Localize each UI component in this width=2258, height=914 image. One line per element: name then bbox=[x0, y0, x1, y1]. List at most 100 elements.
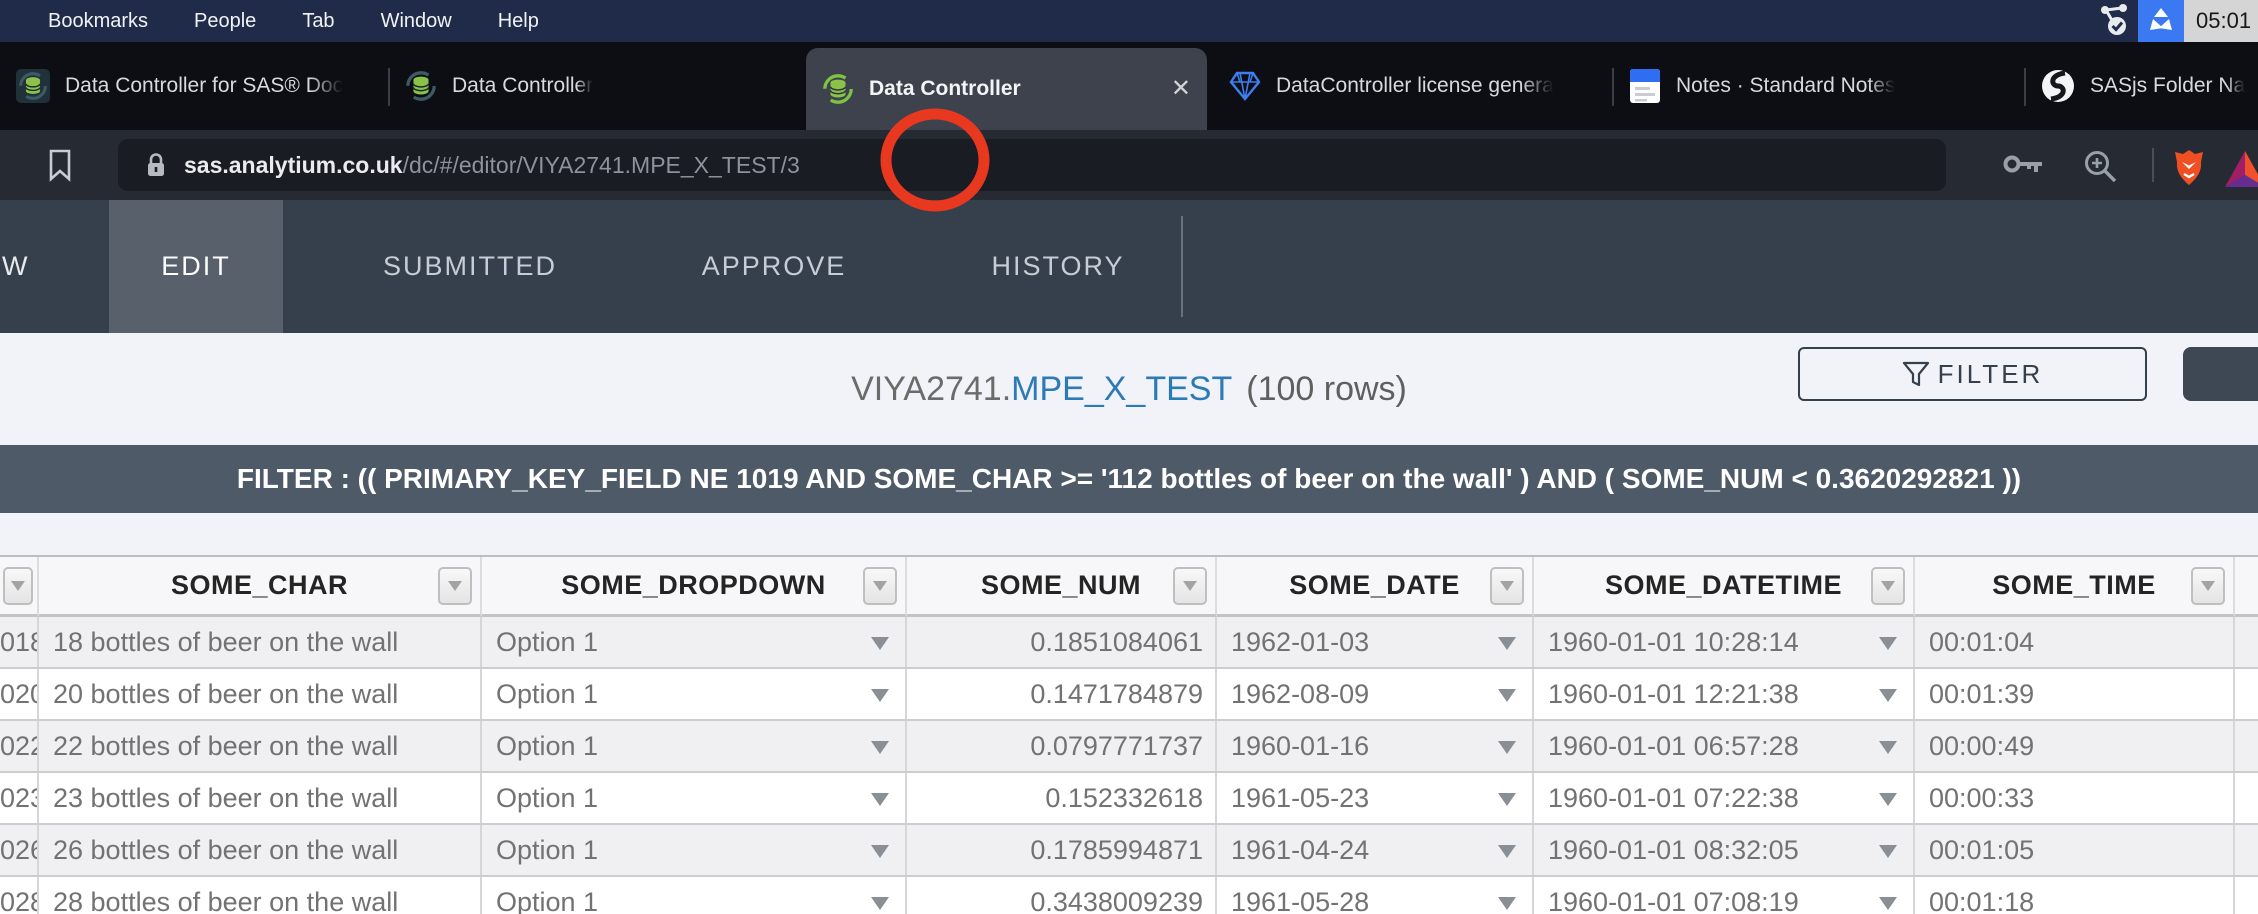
brave-icon[interactable] bbox=[2170, 148, 2208, 188]
dropdown-arrow-icon[interactable] bbox=[1879, 741, 1897, 754]
dropdown-arrow-icon[interactable] bbox=[1879, 637, 1897, 650]
some-dropdown-cell[interactable]: Option 1 bbox=[482, 773, 907, 823]
column-header-some-char[interactable]: SOME_CHAR bbox=[39, 557, 482, 617]
column-filter-button[interactable] bbox=[2191, 567, 2225, 605]
bookmark-icon[interactable] bbox=[46, 148, 74, 182]
some-time-cell[interactable]: 00:01:18 bbox=[1915, 877, 2235, 914]
some-time-cell[interactable]: 00:00:49 bbox=[1915, 721, 2235, 771]
filter-button[interactable]: FILTER bbox=[1798, 347, 2147, 401]
edge-action-button[interactable] bbox=[2183, 347, 2258, 401]
table-name-link[interactable]: MPE_X_TEST bbox=[1011, 370, 1232, 408]
column-header-some-dropdown[interactable]: SOME_DROPDOWN bbox=[482, 557, 907, 617]
some-num-cell[interactable]: 0.1851084061 bbox=[907, 617, 1217, 667]
some-time-cell[interactable]: 00:01:05 bbox=[1915, 825, 2235, 875]
column-header-some-num[interactable]: SOME_NUM bbox=[907, 557, 1217, 617]
nav-tab-edit[interactable]: EDIT bbox=[109, 200, 283, 333]
column-filter-button[interactable] bbox=[1871, 567, 1905, 605]
some-num-cell[interactable]: 0.1785994871 bbox=[907, 825, 1217, 875]
tab-close-icon[interactable]: ✕ bbox=[1171, 77, 1191, 101]
some-datetime-cell[interactable]: 1960-01-01 07:08:19 bbox=[1534, 877, 1915, 914]
dropdown-arrow-icon[interactable] bbox=[1879, 845, 1897, 858]
column-header-some-date[interactable]: SOME_DATE bbox=[1217, 557, 1534, 617]
dropdown-arrow-icon[interactable] bbox=[1498, 845, 1516, 858]
some-num-cell[interactable]: 0.1471784879 bbox=[907, 669, 1217, 719]
menubar-app-icon[interactable] bbox=[2138, 0, 2184, 42]
menu-tab[interactable]: Tab bbox=[279, 0, 357, 42]
column-header-some-datetime[interactable]: SOME_DATETIME bbox=[1534, 557, 1915, 617]
bat-icon[interactable] bbox=[2222, 148, 2258, 190]
key-icon[interactable] bbox=[2002, 148, 2046, 180]
some-time-cell[interactable]: 00:00:33 bbox=[1915, 773, 2235, 823]
key-cell[interactable]: 028 bbox=[0, 877, 39, 914]
column-filter-button[interactable] bbox=[1173, 567, 1207, 605]
some-num-cell[interactable]: 0.3438009239 bbox=[907, 877, 1217, 914]
some-char-cell[interactable]: 20 bottles of beer on the wall bbox=[39, 669, 482, 719]
browser-tab-dc-2[interactable]: Data Controller bbox=[389, 42, 806, 130]
menu-bookmarks[interactable]: Bookmarks bbox=[0, 0, 171, 42]
some-dropdown-cell[interactable]: Option 1 bbox=[482, 669, 907, 719]
dropdown-arrow-icon[interactable] bbox=[871, 845, 889, 858]
dropdown-arrow-icon[interactable] bbox=[871, 793, 889, 806]
key-cell[interactable]: 020 bbox=[0, 669, 39, 719]
browser-tab-sasjs[interactable]: SASjs Folder Na bbox=[2025, 42, 2258, 130]
some-dropdown-cell[interactable]: Option 1 bbox=[482, 721, 907, 771]
column-filter-button[interactable] bbox=[1490, 567, 1524, 605]
dropdown-arrow-icon[interactable] bbox=[871, 741, 889, 754]
column-header-some-time[interactable]: SOME_TIME bbox=[1915, 557, 2235, 617]
dropdown-arrow-icon[interactable] bbox=[1498, 793, 1516, 806]
dropdown-arrow-icon[interactable] bbox=[1879, 689, 1897, 702]
some-dropdown-cell[interactable]: Option 1 bbox=[482, 877, 907, 914]
url-address-bar[interactable]: sas.analytium.co.uk/dc/#/editor/VIYA2741… bbox=[118, 139, 1946, 191]
dropdown-arrow-icon[interactable] bbox=[1498, 637, 1516, 650]
some-datetime-cell[interactable]: 1960-01-01 06:57:28 bbox=[1534, 721, 1915, 771]
some-char-cell[interactable]: 26 bottles of beer on the wall bbox=[39, 825, 482, 875]
some-char-cell[interactable]: 22 bottles of beer on the wall bbox=[39, 721, 482, 771]
some-time-cell[interactable]: 00:01:04 bbox=[1915, 617, 2235, 667]
some-num-cell[interactable]: 0.152332618 bbox=[907, 773, 1217, 823]
browser-tab-dc-active[interactable]: Data Controller ✕ bbox=[806, 48, 1207, 130]
some-char-cell[interactable]: 18 bottles of beer on the wall bbox=[39, 617, 482, 667]
key-cell[interactable]: 018 bbox=[0, 617, 39, 667]
some-datetime-cell[interactable]: 1960-01-01 10:28:14 bbox=[1534, 617, 1915, 667]
some-datetime-cell[interactable]: 1960-01-01 08:32:05 bbox=[1534, 825, 1915, 875]
column-filter-button[interactable] bbox=[438, 567, 472, 605]
some-date-cell[interactable]: 1961-05-23 bbox=[1217, 773, 1534, 823]
some-datetime-cell[interactable]: 1960-01-01 07:22:38 bbox=[1534, 773, 1915, 823]
nav-tab-approve[interactable]: APPROVE bbox=[634, 200, 914, 333]
browser-tab-license[interactable]: DataController license genera bbox=[1213, 42, 1613, 130]
dropdown-arrow-icon[interactable] bbox=[1498, 897, 1516, 910]
share-check-icon[interactable] bbox=[2092, 0, 2138, 42]
some-time-cell[interactable]: 00:01:39 bbox=[1915, 669, 2235, 719]
key-cell[interactable]: 022 bbox=[0, 721, 39, 771]
browser-tab-notes[interactable]: Notes · Standard Notes bbox=[1613, 42, 2025, 130]
browser-tab-dc-docs[interactable]: Data Controller for SAS® Doc bbox=[0, 42, 389, 130]
some-char-cell[interactable]: 23 bottles of beer on the wall bbox=[39, 773, 482, 823]
key-cell[interactable]: 026 bbox=[0, 825, 39, 875]
some-date-cell[interactable]: 1960-01-16 bbox=[1217, 721, 1534, 771]
some-date-cell[interactable]: 1961-04-24 bbox=[1217, 825, 1534, 875]
some-dropdown-cell[interactable]: Option 1 bbox=[482, 825, 907, 875]
some-num-cell[interactable]: 0.0797771737 bbox=[907, 721, 1217, 771]
column-filter-button[interactable] bbox=[863, 567, 897, 605]
dropdown-arrow-icon[interactable] bbox=[1879, 793, 1897, 806]
column-filter-button[interactable] bbox=[3, 567, 33, 605]
some-date-cell[interactable]: 1962-08-09 bbox=[1217, 669, 1534, 719]
menu-window[interactable]: Window bbox=[358, 0, 475, 42]
some-char-cell[interactable]: 28 bottles of beer on the wall bbox=[39, 877, 482, 914]
nav-tab-history[interactable]: HISTORY bbox=[918, 200, 1198, 333]
some-dropdown-cell[interactable]: Option 1 bbox=[482, 617, 907, 667]
menu-people[interactable]: People bbox=[171, 0, 279, 42]
nav-tab-submitted[interactable]: SUBMITTED bbox=[330, 200, 610, 333]
key-cell[interactable]: 023 bbox=[0, 773, 39, 823]
some-date-cell[interactable]: 1961-05-28 bbox=[1217, 877, 1534, 914]
dropdown-arrow-icon[interactable] bbox=[871, 897, 889, 910]
nav-tab-view[interactable]: VIEW bbox=[0, 200, 46, 333]
dropdown-arrow-icon[interactable] bbox=[1879, 897, 1897, 910]
dropdown-arrow-icon[interactable] bbox=[1498, 741, 1516, 754]
dropdown-arrow-icon[interactable] bbox=[871, 637, 889, 650]
some-date-cell[interactable]: 1962-01-03 bbox=[1217, 617, 1534, 667]
dropdown-arrow-icon[interactable] bbox=[871, 689, 889, 702]
zoom-in-icon[interactable] bbox=[2082, 148, 2120, 186]
dropdown-arrow-icon[interactable] bbox=[1498, 689, 1516, 702]
menu-help[interactable]: Help bbox=[475, 0, 562, 42]
